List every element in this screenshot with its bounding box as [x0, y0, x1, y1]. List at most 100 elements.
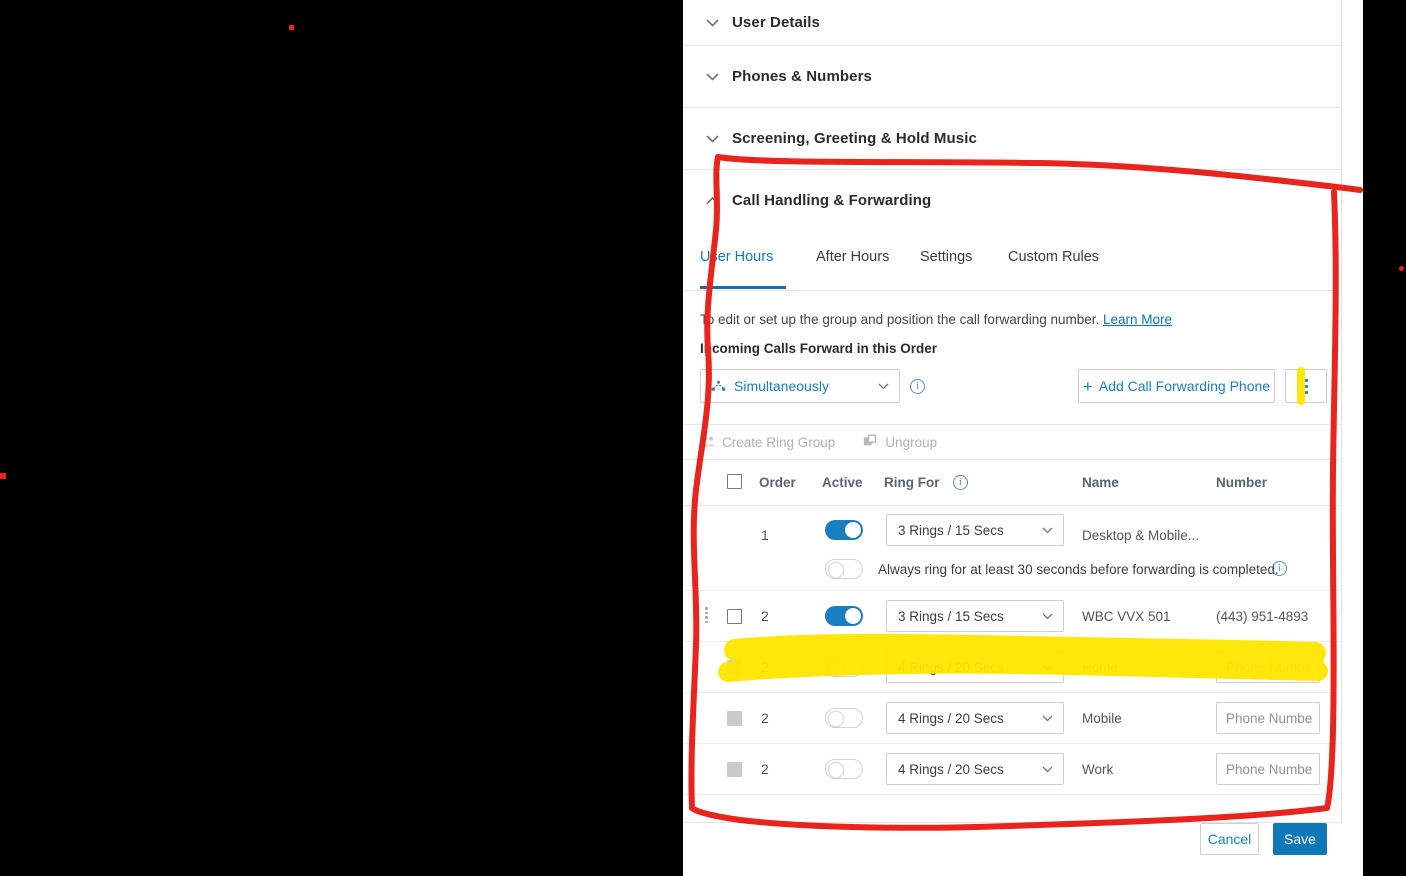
row-name: WBC VVX 501: [1082, 609, 1171, 624]
row-name: Desktop & Mobile...: [1082, 528, 1200, 543]
table-row: 2 3 Rings / 15 Secs WBC VVX 501 (443) 95…: [683, 591, 1342, 642]
column-header-number: Number: [1216, 475, 1268, 490]
ring-for-select[interactable]: 3 Rings / 15 Secs: [886, 600, 1064, 632]
always-ring-info-icon[interactable]: i: [1272, 561, 1287, 576]
row-number: (443) 951-4893: [1216, 609, 1309, 624]
tab-bar: User Hours After Hours Settings Custom R…: [683, 231, 1342, 291]
create-ring-group-label: Create Ring Group: [722, 434, 836, 450]
chevron-down-icon: [1042, 527, 1053, 534]
tab-after-hours[interactable]: After Hours: [816, 249, 889, 265]
settings-card: User Details Phones & Numbers Screening,…: [683, 0, 1342, 855]
table-row: 2 4 Rings / 20 Secs Mobile Phone Numbe: [683, 693, 1342, 744]
section-title: Screening, Greeting & Hold Music: [732, 130, 977, 147]
chevron-up-icon: [701, 190, 723, 212]
learn-more-link[interactable]: Learn More: [1103, 312, 1172, 327]
help-text: To edit or set up the group and position…: [700, 312, 1172, 327]
user-settings-panel: User Details Phones & Numbers Screening,…: [683, 0, 1363, 876]
section-title: User Details: [732, 14, 820, 31]
ring-for-select[interactable]: 4 Rings / 20 Secs: [886, 651, 1064, 683]
row-active-toggle[interactable]: [825, 759, 863, 779]
drag-handle-icon[interactable]: [705, 605, 708, 625]
row-name: Mobile: [1082, 711, 1122, 726]
chevron-down-icon: [878, 383, 889, 390]
chevron-down-icon: [1042, 715, 1053, 722]
tab-user-hours[interactable]: User Hours: [700, 249, 773, 265]
always-ring-label: Always ring for at least 30 seconds befo…: [878, 562, 1279, 577]
row-checkbox: [727, 711, 742, 726]
section-phones-numbers[interactable]: Phones & Numbers: [683, 46, 1342, 108]
row-active-toggle[interactable]: [825, 657, 863, 677]
fork-network-icon: [711, 380, 726, 392]
tab-settings[interactable]: Settings: [920, 249, 972, 265]
row-checkbox: [727, 660, 742, 675]
active-tab-indicator: [700, 286, 786, 289]
table-row: 2 4 Rings / 20 Secs Work Phone Numbe: [683, 744, 1342, 795]
help-text-label: To edit or set up the group and position…: [700, 312, 1100, 327]
row-order: 2: [761, 659, 769, 675]
chevron-down-icon: [1042, 664, 1053, 671]
plus-icon: +: [1082, 376, 1093, 396]
section-title: Call Handling & Forwarding: [732, 192, 932, 209]
ring-for-value: 3 Rings / 15 Secs: [898, 522, 1004, 538]
section-screening-greeting-hold-music[interactable]: Screening, Greeting & Hold Music: [683, 108, 1342, 170]
column-header-order: Order: [759, 475, 796, 490]
row-active-toggle[interactable]: [825, 606, 863, 626]
ring-group-toolbar: Create Ring Group Ungroup: [683, 424, 1342, 460]
add-call-forwarding-phone-button[interactable]: + Add Call Forwarding Phone: [1078, 369, 1275, 403]
more-options-icon[interactable]: [1285, 369, 1327, 403]
chevron-down-icon: [701, 66, 723, 88]
column-header-active: Active: [822, 475, 863, 490]
add-call-forwarding-phone-label: Add Call Forwarding Phone: [1098, 378, 1271, 394]
ungroup-button[interactable]: Ungroup: [863, 434, 937, 451]
ring-for-value: 4 Rings / 20 Secs: [898, 761, 1004, 777]
ring-for-value: 3 Rings / 15 Secs: [898, 608, 1004, 624]
row-order: 2: [761, 761, 769, 777]
column-header-name: Name: [1082, 475, 1119, 490]
phone-number-placeholder: Phone Numbe: [1226, 761, 1313, 777]
phone-number-input[interactable]: Phone Numbe: [1216, 753, 1320, 785]
column-header-ring-for: Ring For: [884, 475, 940, 490]
select-all-checkbox[interactable]: [727, 474, 742, 489]
row-checkbox[interactable]: [727, 609, 742, 624]
save-button[interactable]: Save: [1273, 823, 1327, 855]
ungroup-icon: [863, 434, 878, 451]
phone-number-input[interactable]: Phone Numbe: [1216, 702, 1320, 734]
row-active-toggle[interactable]: [825, 520, 863, 540]
ring-for-select[interactable]: 4 Rings / 20 Secs: [886, 753, 1064, 785]
forwarding-mode-select[interactable]: Simultaneously: [700, 369, 900, 403]
user-group-icon: [700, 434, 715, 451]
chevron-down-icon: [701, 128, 723, 150]
table-row: 2 4 Rings / 20 Secs Home Phone Numbe: [683, 642, 1342, 693]
section-call-handling-forwarding[interactable]: Call Handling & Forwarding: [683, 170, 1342, 231]
forwarding-mode-value: Simultaneously: [734, 378, 829, 394]
red-dot-marker: [289, 25, 294, 30]
chevron-down-icon: [1042, 613, 1053, 620]
row-name: Home: [1082, 660, 1119, 675]
always-ring-toggle[interactable]: [825, 559, 863, 579]
section-user-details[interactable]: User Details: [683, 0, 1342, 46]
red-dot-marker: [1399, 266, 1404, 271]
section-title: Phones & Numbers: [732, 68, 872, 85]
ring-for-select[interactable]: 4 Rings / 20 Secs: [886, 702, 1064, 734]
phone-number-input[interactable]: Phone Numbe: [1216, 651, 1320, 683]
row-order: 2: [761, 710, 769, 726]
ring-for-value: 4 Rings / 20 Secs: [898, 710, 1004, 726]
table-header-row: Order Active Ring For i Name Number: [683, 460, 1342, 506]
order-section-title: Incoming Calls Forward in this Order: [700, 341, 938, 356]
forwarding-mode-info-icon[interactable]: i: [910, 379, 925, 394]
create-ring-group-button[interactable]: Create Ring Group: [700, 434, 835, 451]
row-order: 2: [761, 608, 769, 624]
tab-custom-rules[interactable]: Custom Rules: [1008, 249, 1099, 265]
cancel-button[interactable]: Cancel: [1200, 823, 1259, 855]
phone-number-placeholder: Phone Numbe: [1226, 710, 1313, 726]
row-order: 1: [761, 527, 769, 543]
row-active-toggle[interactable]: [825, 708, 863, 728]
row-checkbox: [727, 762, 742, 777]
table-row: 1 3 Rings / 15 Secs Desktop & Mobile...: [683, 506, 1342, 591]
phone-number-placeholder: Phone Numbe: [1226, 659, 1313, 675]
row-name: Work: [1082, 762, 1114, 777]
ring-for-info-icon[interactable]: i: [953, 475, 968, 490]
screenshot-stage: User Details Phones & Numbers Screening,…: [0, 0, 1406, 876]
ungroup-label: Ungroup: [885, 434, 938, 450]
ring-for-select[interactable]: 3 Rings / 15 Secs: [886, 514, 1064, 546]
